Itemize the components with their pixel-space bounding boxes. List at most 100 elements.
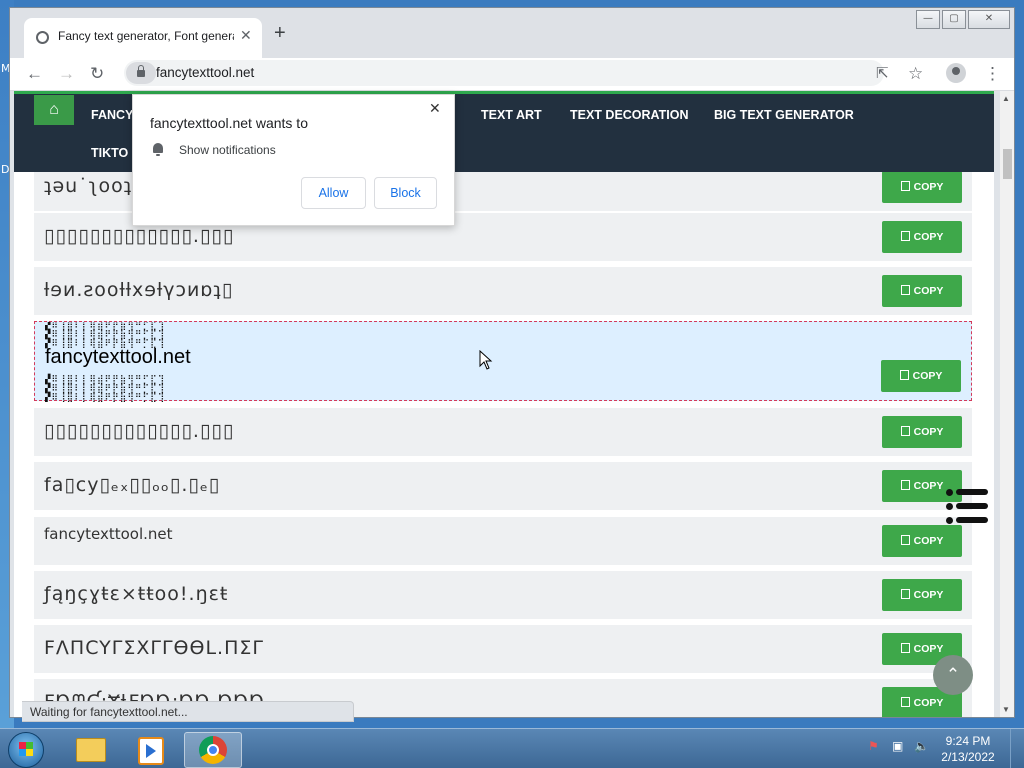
- fancy-text: ʇəu˙ʅooʇ: [44, 175, 133, 197]
- system-clock[interactable]: 9:24 PM 2/13/2022: [938, 733, 998, 765]
- network-icon[interactable]: ▣: [892, 739, 903, 753]
- taskbar-explorer[interactable]: [62, 732, 118, 766]
- back-button[interactable]: ←: [26, 62, 43, 86]
- title-bar: Fancy text generator, Font generator ✕ +…: [10, 8, 1014, 58]
- chrome-icon: [199, 736, 227, 764]
- copy-label: COPY: [913, 480, 944, 492]
- result-row: ƚɘᴎ.ꙅooƚƚxɘƚγɔᴎɒʇ▯ COPY: [34, 267, 972, 315]
- fancy-text: FΛПCYΓΣXΓΓӨӨL.ПΣΓ: [44, 637, 264, 659]
- copy-icon: [900, 480, 910, 490]
- copy-label: COPY: [913, 643, 944, 655]
- copy-icon: [900, 285, 910, 295]
- copy-icon: [900, 589, 910, 599]
- menu-dot: [946, 503, 953, 510]
- action-center-icon[interactable]: ⚑: [868, 739, 879, 753]
- forward-button[interactable]: →: [58, 62, 75, 86]
- copy-button[interactable]: COPY: [881, 360, 961, 392]
- scrollbar-thumb[interactable]: [1003, 149, 1012, 179]
- copy-label: COPY: [913, 231, 944, 243]
- copy-label: COPY: [913, 697, 944, 709]
- taskbar-chrome[interactable]: [184, 732, 242, 768]
- copy-button[interactable]: COPY: [882, 171, 962, 203]
- minimize-button[interactable]: —: [916, 10, 940, 29]
- clock-time: 9:24 PM: [945, 734, 991, 748]
- tab-title: Fancy text generator, Font generator: [58, 29, 234, 43]
- nav-item-fancy[interactable]: FANCY: [91, 108, 133, 122]
- site-info-button[interactable]: [126, 62, 156, 84]
- taskbar-media-player[interactable]: [122, 732, 178, 766]
- copy-icon: [900, 535, 910, 545]
- copy-icon: [900, 231, 910, 241]
- menu-list-icon[interactable]: [946, 489, 990, 525]
- fancy-text: ▯▯▯▯▯▯▯▯▯▯▯▯▯.▯▯▯: [44, 225, 235, 247]
- result-row: ƒąŋçɣŧɛ×ŧŧoo!.ŋɛŧ COPY: [34, 571, 972, 619]
- copy-icon: [900, 181, 910, 191]
- globe-icon: [36, 31, 49, 44]
- clock-date: 2/13/2022: [941, 750, 995, 764]
- status-bar: Waiting for fancytexttool.net...: [22, 701, 354, 722]
- menu-line: [956, 489, 988, 495]
- nav-item-text-art[interactable]: TEXT ART: [481, 108, 542, 122]
- start-button[interactable]: [8, 732, 44, 768]
- fancy-text: ƚɘᴎ.ꙅooƚƚxɘƚγɔᴎɒʇ▯: [44, 279, 234, 301]
- block-button[interactable]: Block: [374, 177, 437, 209]
- copy-button[interactable]: COPY: [882, 525, 962, 557]
- media-player-icon: [138, 737, 164, 765]
- show-desktop-button[interactable]: [1010, 729, 1024, 768]
- menu-dot: [946, 489, 953, 496]
- kebab-menu-icon[interactable]: ⋮: [984, 62, 1001, 86]
- zalgo-line: ▞⠿⢸⣿⠇⡇⢿⣾⠟⡟⣷⢻⠛⡋⣏⢹: [45, 393, 166, 403]
- mouse-cursor-icon: [479, 350, 493, 370]
- nav-item-text-decoration[interactable]: TEXT DECORATION: [570, 108, 689, 122]
- fancy-text: ƒąŋçɣŧɛ×ŧŧoo!.ŋɛŧ: [44, 583, 229, 605]
- result-row: fancytexttool.net COPY: [34, 517, 972, 565]
- fancy-text: fa▯cy▯ₑₓ▯▯ₒₒ▯.▯ₑ▯: [44, 474, 221, 496]
- copy-icon: [900, 697, 910, 707]
- volume-icon[interactable]: 🔈: [914, 739, 929, 753]
- copy-icon: [900, 643, 910, 653]
- home-icon[interactable]: ⌂: [34, 95, 74, 125]
- result-row: FΛПCYΓΣXΓΓӨӨL.ПΣΓ COPY: [34, 625, 972, 673]
- nav-item-tiktok[interactable]: TIKTO: [91, 146, 128, 160]
- close-window-button[interactable]: ✕: [968, 10, 1010, 29]
- copy-label: COPY: [913, 535, 944, 547]
- browser-tab[interactable]: Fancy text generator, Font generator ✕: [24, 18, 262, 58]
- page-scrollbar[interactable]: ▲ ▼: [1000, 91, 1014, 717]
- copy-button[interactable]: COPY: [882, 221, 962, 253]
- address-bar[interactable]: fancytexttool.net: [124, 60, 884, 86]
- bell-icon: [153, 143, 163, 156]
- scroll-down-icon[interactable]: ▼: [1002, 705, 1010, 714]
- result-row-hovered: ▞⠿⢸⣿⠇⡇⢿⣾⠟⡟⣷⢻⠛⡋⣏⢹ ▞⠿⢸⣿⠇⡇⢿⣾⠟⡟⣷⢻⠛⡋⣏⢹ ▞⠿⢸⣿⠇⡇…: [34, 321, 972, 403]
- copy-icon: [900, 426, 910, 436]
- notification-permission-popup: fancytexttool.net wants to ✕ Show notifi…: [132, 94, 455, 226]
- windows-logo-icon: [19, 742, 33, 756]
- browser-toolbar: ← → ↻ fancytexttool.net ⇱ ☆ ⋮: [10, 58, 1014, 91]
- copy-label: COPY: [913, 426, 944, 438]
- result-row: ▯▯▯▯▯▯▯▯▯▯▯▯▯.▯▯▯ COPY: [34, 408, 972, 456]
- fancy-text: fancytexttool.net: [45, 346, 191, 368]
- tab-close-icon[interactable]: ✕: [240, 27, 252, 44]
- star-icon[interactable]: ☆: [908, 62, 923, 86]
- taskbar: ⚑ ▣ 🔈 9:24 PM 2/13/2022: [0, 728, 1024, 768]
- allow-button[interactable]: Allow: [301, 177, 366, 209]
- scroll-up-icon[interactable]: ▲: [1002, 94, 1010, 103]
- permission-text: Show notifications: [179, 143, 276, 157]
- scroll-to-top-button[interactable]: ⌃: [933, 655, 973, 695]
- popup-close-icon[interactable]: ✕: [429, 100, 441, 117]
- result-row: fa▯cy▯ₑₓ▯▯ₒₒ▯.▯ₑ▯ COPY: [34, 462, 972, 510]
- lock-icon: [137, 65, 145, 77]
- new-tab-button[interactable]: +: [274, 23, 286, 43]
- profile-icon[interactable]: [946, 63, 966, 83]
- copy-button[interactable]: COPY: [882, 579, 962, 611]
- share-icon[interactable]: ⇱: [876, 62, 889, 86]
- fancy-text: ▯▯▯▯▯▯▯▯▯▯▯▯▯.▯▯▯: [44, 420, 235, 442]
- reload-button[interactable]: ↻: [90, 62, 104, 86]
- maximize-button[interactable]: ▢: [942, 10, 966, 29]
- copy-label: COPY: [913, 181, 944, 193]
- copy-button[interactable]: COPY: [882, 416, 962, 448]
- nav-item-big-text-generator[interactable]: BIG TEXT GENERATOR: [714, 108, 854, 122]
- url-text: fancytexttool.net: [156, 65, 255, 80]
- copy-label: COPY: [913, 589, 944, 601]
- copy-button[interactable]: COPY: [882, 275, 962, 307]
- menu-dot: [946, 517, 953, 524]
